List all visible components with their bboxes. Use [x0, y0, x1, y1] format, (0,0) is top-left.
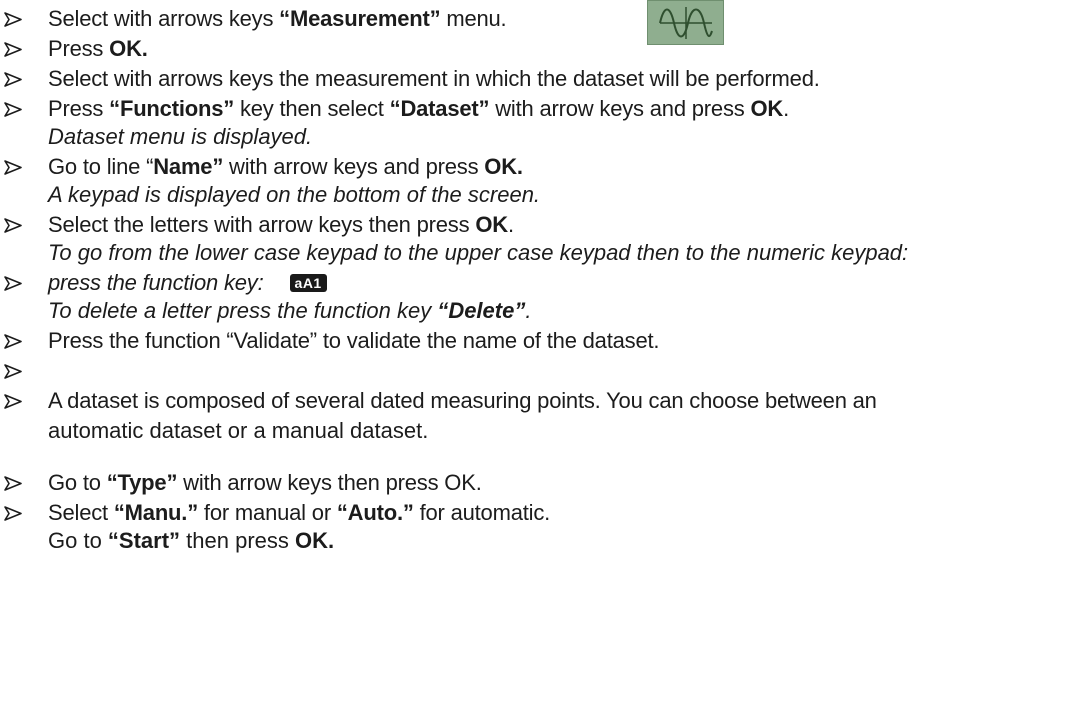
arrow-bullet-icon [4, 34, 22, 64]
document-page: Select with arrows keys “Measurement” me… [0, 0, 1083, 707]
arrow-bullet-icon [4, 94, 22, 124]
arrow-bullet-icon [4, 326, 22, 356]
arrow-bullet-icon [4, 210, 22, 240]
result-note: To go from the lower case keypad to the … [48, 240, 909, 265]
measurement-waveform-icon [647, 0, 724, 45]
arrow-bullet-icon [4, 4, 22, 34]
function-key-badge: aA1 [289, 274, 327, 292]
paragraph-continuation: Go to “Start” then press OK. [48, 528, 335, 553]
arrow-bullet-icon [4, 386, 22, 416]
paragraph-continuation: automatic dataset or a manual dataset. [48, 418, 429, 443]
result-note: A keypad is displayed on the bottom of t… [48, 182, 541, 207]
arrow-bullet-icon [4, 468, 22, 498]
result-note: To delete a letter press the function ke… [48, 298, 532, 323]
arrow-bullet-icon [4, 64, 22, 94]
arrow-bullet-icon [4, 268, 22, 298]
arrow-bullet-icon [4, 498, 22, 528]
result-note: Dataset menu is displayed. [48, 124, 313, 149]
arrow-bullet-icon [4, 356, 22, 386]
arrow-bullet-icon [4, 152, 22, 182]
